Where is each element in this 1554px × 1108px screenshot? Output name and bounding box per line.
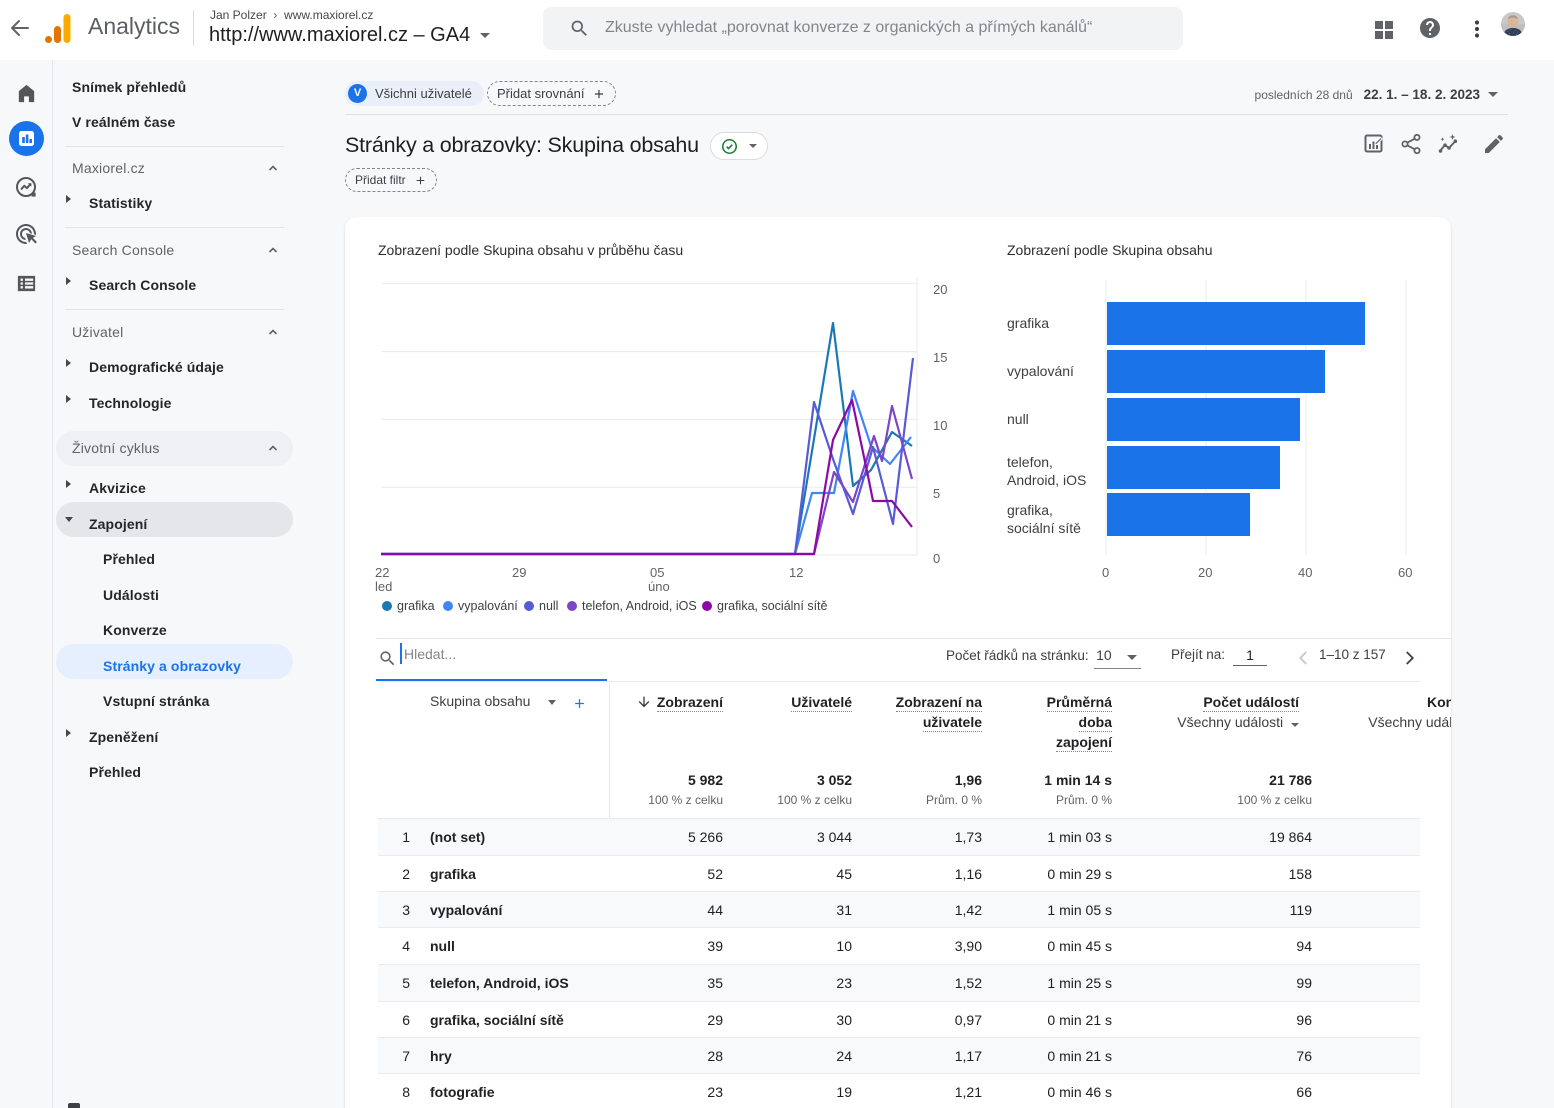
svg-text:5: 5 [933, 486, 940, 501]
svg-text:grafika: grafika [397, 599, 435, 613]
svg-text:telefon,: telefon, [1007, 454, 1053, 470]
svg-text:05: 05 [650, 565, 664, 580]
svg-text:grafika,: grafika, [1007, 502, 1053, 518]
svg-text:grafika: grafika [1007, 315, 1049, 331]
svg-text:20: 20 [1198, 565, 1212, 580]
svg-text:22: 22 [375, 565, 389, 580]
svg-text:15: 15 [933, 350, 947, 365]
svg-text:telefon, Android, iOS: telefon, Android, iOS [582, 599, 697, 613]
svg-text:12: 12 [789, 565, 803, 580]
svg-text:10: 10 [933, 418, 947, 433]
svg-text:60: 60 [1398, 565, 1412, 580]
svg-text:40: 40 [1298, 565, 1312, 580]
svg-text:20: 20 [933, 282, 947, 297]
svg-text:vypalování: vypalování [1007, 363, 1074, 379]
svg-text:0: 0 [933, 551, 940, 566]
svg-text:led: led [375, 579, 392, 594]
svg-text:null: null [1007, 411, 1029, 427]
svg-text:úno: úno [648, 579, 670, 594]
svg-text:Android, iOS: Android, iOS [1007, 472, 1086, 488]
svg-text:grafika, sociální sítě: grafika, sociální sítě [717, 599, 828, 613]
svg-text:sociální sítě: sociální sítě [1007, 520, 1081, 536]
svg-text:null: null [539, 599, 558, 613]
svg-text:0: 0 [1102, 565, 1109, 580]
svg-text:29: 29 [512, 565, 526, 580]
svg-text:vypalování: vypalování [458, 599, 518, 613]
